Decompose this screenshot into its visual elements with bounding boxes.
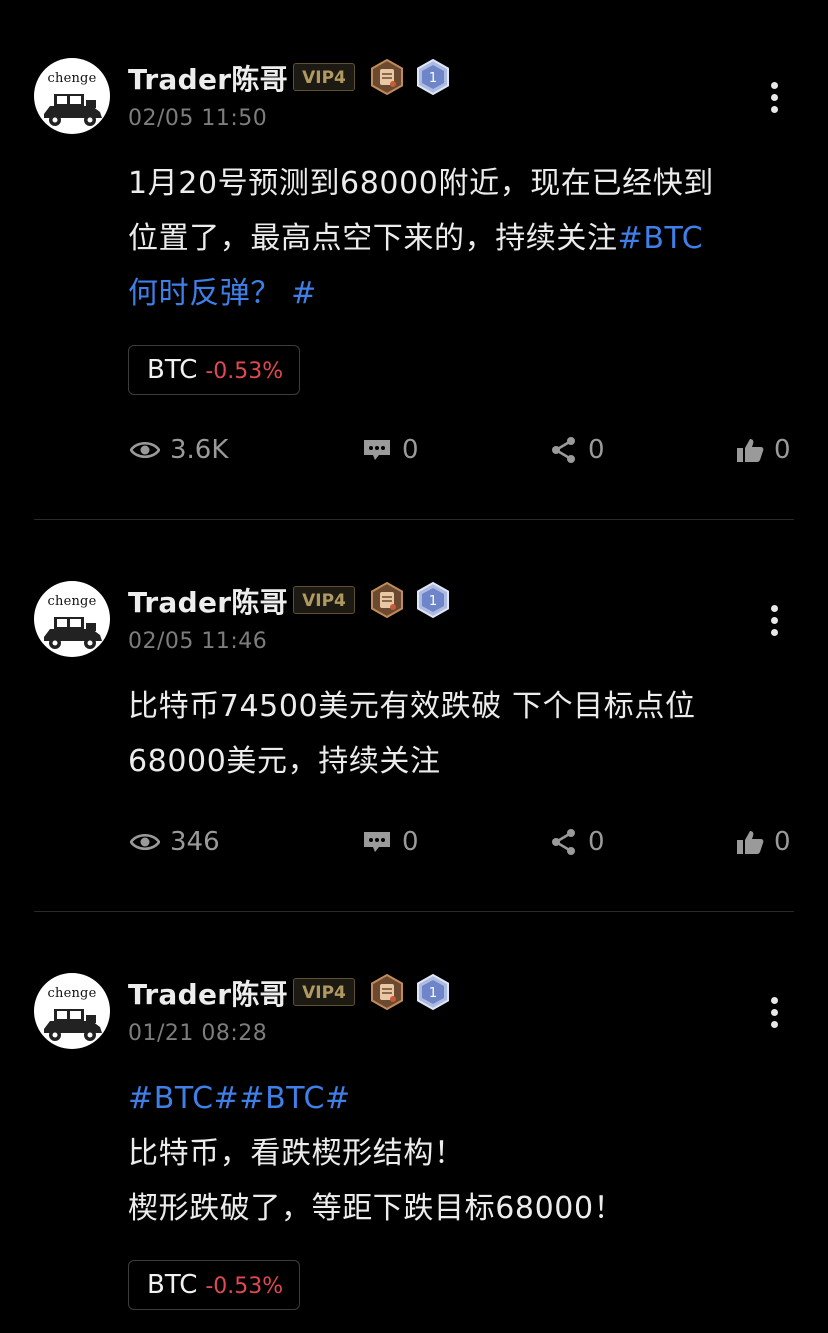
more-vertical-icon[interactable] xyxy=(764,605,784,645)
eye-icon xyxy=(130,833,160,851)
level-badge-icon: 1 xyxy=(417,581,449,619)
share-icon xyxy=(552,829,575,855)
ticker-symbol: BTC xyxy=(147,1270,198,1300)
content-line: #BTC##BTC# xyxy=(128,1071,788,1126)
level-badge: 1 xyxy=(416,58,450,99)
level-badge-icon: 1 xyxy=(417,58,449,96)
ticker-symbol: BTC xyxy=(147,355,198,385)
post-content[interactable]: #BTC##BTC# 比特币，看跌楔形结构！ 楔形跌破了，等距下跌目标68000！ xyxy=(128,1071,788,1236)
ticker-chip[interactable]: BTC -0.53% xyxy=(128,1260,301,1310)
car-illustration xyxy=(44,617,102,649)
share-icon xyxy=(552,437,575,463)
content-line: 1月20号预测到68000附近，现在已经快到 xyxy=(128,156,788,211)
content-line: 68000美元，持续关注 xyxy=(128,734,788,789)
comments-stat[interactable]: 0 xyxy=(362,822,419,862)
likes-stat[interactable]: 0 xyxy=(736,430,791,470)
thumbs-up-icon xyxy=(737,831,764,854)
content-line: 位置了，最高点空下来的，持续关注#BTC xyxy=(128,211,788,266)
content-line: 比特币，看跌楔形结构！ xyxy=(128,1126,788,1181)
hashtag-link[interactable]: #BTC xyxy=(618,221,704,256)
more-vertical-icon[interactable] xyxy=(764,82,784,122)
comments-count: 0 xyxy=(402,435,419,465)
views-count: 3.6K xyxy=(170,435,229,465)
shares-stat[interactable]: 0 xyxy=(550,822,605,862)
content-text: 楔形跌破了，等距下跌目标68000！ xyxy=(128,1191,625,1226)
post-timestamp: 02/05 11:46 xyxy=(128,629,268,654)
views-stat: 346 xyxy=(130,822,220,862)
avatar-label: chenge xyxy=(47,594,97,609)
car-illustration xyxy=(44,1009,102,1041)
vip-badge: VIP4 xyxy=(293,586,355,614)
shares-stat[interactable]: 0 xyxy=(550,430,605,470)
comments-stat[interactable]: 0 xyxy=(362,430,419,470)
post-divider xyxy=(34,519,794,520)
content-text: 68000美元，持续关注 xyxy=(128,744,441,779)
hashtag-link[interactable]: 何时反弹？ # xyxy=(128,276,317,311)
content-line: 比特币74500美元有效跌破 下个目标点位 xyxy=(128,679,788,734)
achievement-badge-icon[interactable] xyxy=(369,58,405,99)
avatar-label: chenge xyxy=(47,986,97,1001)
level-badge-icon: 1 xyxy=(417,973,449,1011)
post-content[interactable]: 1月20号预测到68000附近，现在已经快到 位置了，最高点空下来的，持续关注#B… xyxy=(128,156,788,321)
content-text: 比特币74500美元有效跌破 下个目标点位 xyxy=(128,689,696,724)
avatar-label: chenge xyxy=(47,71,97,86)
post-divider xyxy=(34,911,794,912)
author-name[interactable]: Trader陈哥 xyxy=(128,973,288,1013)
views-count: 346 xyxy=(170,827,220,857)
views-stat: 3.6K xyxy=(130,430,228,470)
eye-icon xyxy=(130,441,160,459)
vip-badge: VIP4 xyxy=(293,978,355,1006)
car-illustration xyxy=(44,94,102,126)
svg-text:1: 1 xyxy=(429,986,437,1001)
achievement-badge-icon[interactable] xyxy=(369,581,405,622)
likes-count: 0 xyxy=(774,827,791,857)
thumbs-up-icon xyxy=(737,439,764,462)
avatar[interactable]: chenge xyxy=(34,58,110,134)
vip-badge: VIP4 xyxy=(293,63,355,91)
more-vertical-icon[interactable] xyxy=(764,997,784,1037)
content-text: 位置了，最高点空下来的，持续关注 xyxy=(128,221,618,256)
content-line: 何时反弹？ # xyxy=(128,266,788,321)
level-badge: 1 xyxy=(416,581,450,622)
post-content[interactable]: 比特币74500美元有效跌破 下个目标点位 68000美元，持续关注 xyxy=(128,679,788,789)
post-timestamp: 01/21 08:28 xyxy=(128,1021,268,1046)
scroll-badge-icon xyxy=(371,581,403,619)
author-name[interactable]: Trader陈哥 xyxy=(128,581,288,621)
content-line: 楔形跌破了，等距下跌目标68000！ xyxy=(128,1181,788,1236)
comment-icon xyxy=(364,832,390,852)
scroll-badge-icon xyxy=(371,58,403,96)
avatar[interactable]: chenge xyxy=(34,973,110,1049)
post-card: chenge Trader陈哥 VIP4 1 02/05 11:50 1月20号预测到68… xyxy=(0,0,828,520)
ticker-change: -0.53% xyxy=(205,1274,284,1299)
post-card: chenge Trader陈哥 VIP4 1 01/21 08:28 #BTC##BTC#… xyxy=(0,915,828,1333)
svg-text:1: 1 xyxy=(429,71,437,86)
content-text: 1月20号预测到68000附近，现在已经快到 xyxy=(128,166,714,201)
svg-text:1: 1 xyxy=(429,594,437,609)
likes-stat[interactable]: 0 xyxy=(736,822,791,862)
post-card: chenge Trader陈哥 VIP4 1 02/05 11:46 比特币74500美元… xyxy=(0,523,828,912)
avatar[interactable]: chenge xyxy=(34,581,110,657)
scroll-badge-icon xyxy=(371,973,403,1011)
post-timestamp: 02/05 11:50 xyxy=(128,106,268,131)
hashtag-link[interactable]: #BTC##BTC# xyxy=(128,1081,351,1116)
level-badge: 1 xyxy=(416,973,450,1014)
shares-count: 0 xyxy=(588,435,605,465)
author-name[interactable]: Trader陈哥 xyxy=(128,58,288,98)
shares-count: 0 xyxy=(588,827,605,857)
comments-count: 0 xyxy=(402,827,419,857)
comment-icon xyxy=(364,440,390,460)
ticker-chip[interactable]: BTC -0.53% xyxy=(128,345,301,395)
likes-count: 0 xyxy=(774,435,791,465)
ticker-change: -0.53% xyxy=(205,359,284,384)
achievement-badge-icon[interactable] xyxy=(369,973,405,1014)
content-text: 比特币，看跌楔形结构！ xyxy=(128,1136,465,1171)
